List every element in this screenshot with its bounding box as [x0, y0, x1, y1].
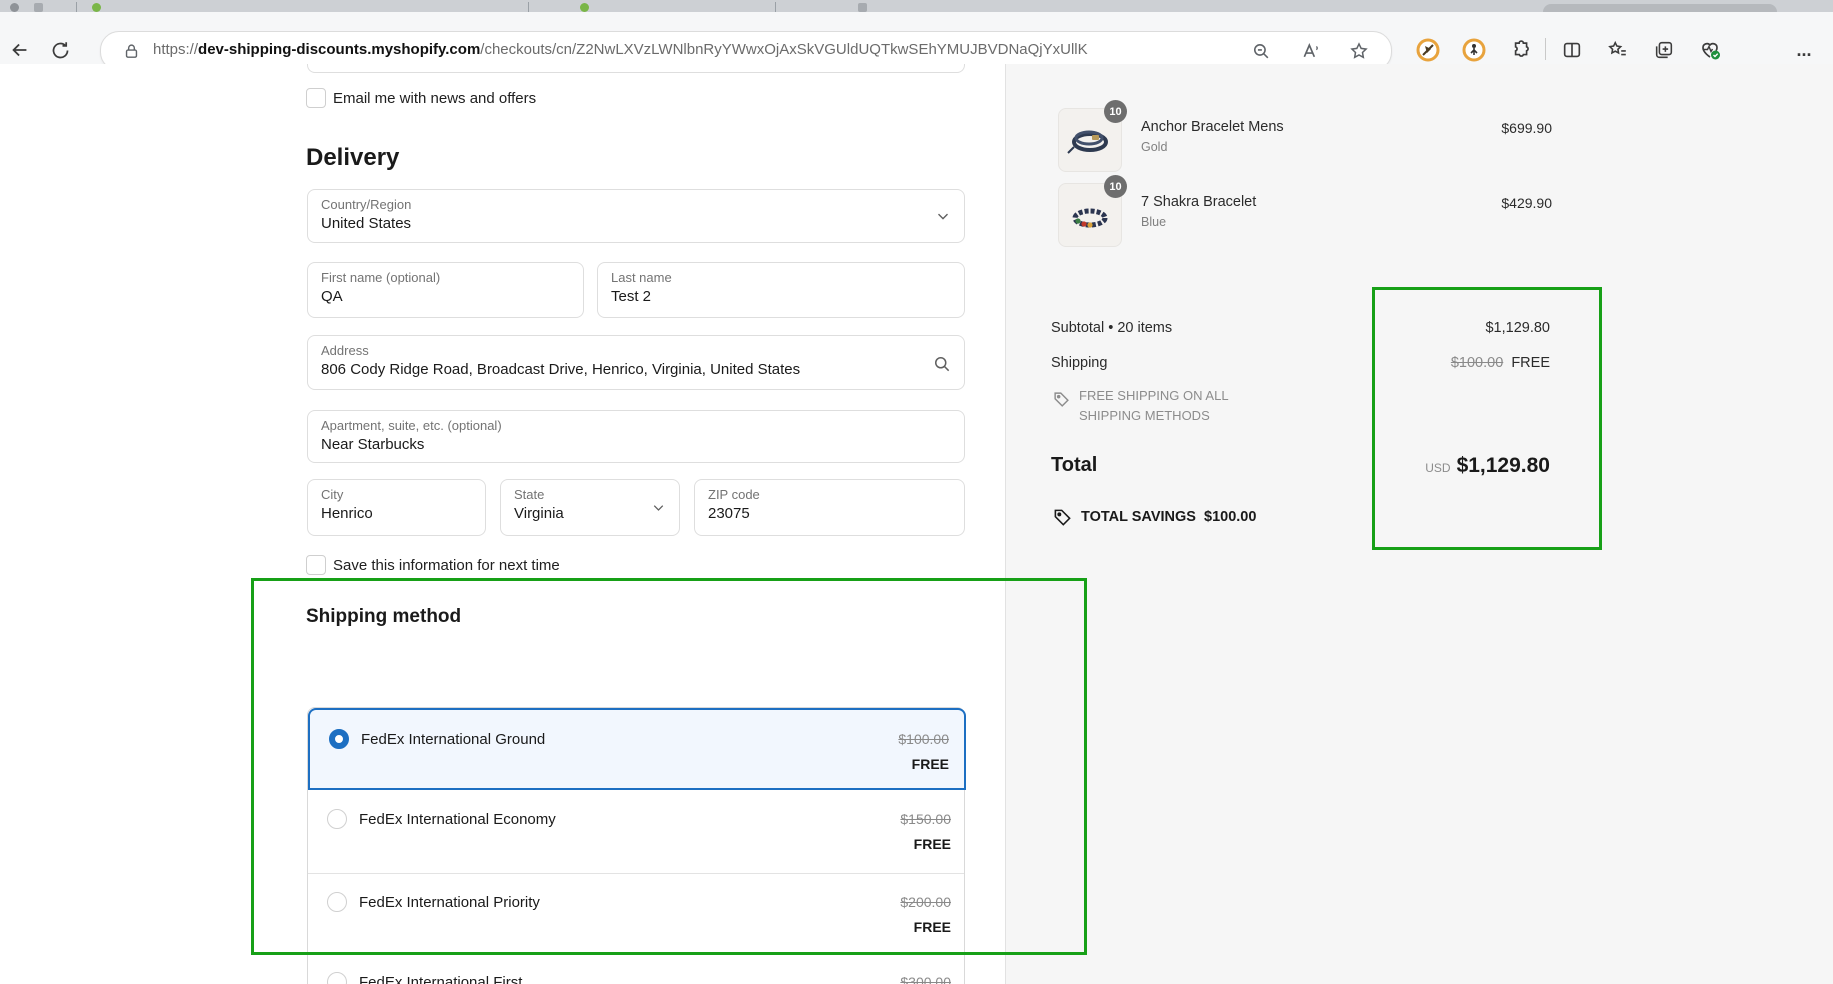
checkout-main: Email me with news and offers Delivery C… — [0, 64, 1005, 984]
lock-icon[interactable] — [119, 39, 143, 63]
subtotal-label: Subtotal • 20 items — [1051, 320, 1172, 336]
shipping-option-economy[interactable]: FedEx International Economy $150.00 FREE — [308, 790, 966, 873]
browser-tab-strip[interactable] — [0, 0, 1833, 12]
shipping-label: Shipping — [1051, 355, 1107, 371]
city-field[interactable]: City Henrico — [307, 479, 486, 536]
zoom-out-icon[interactable] — [1249, 39, 1273, 63]
save-info-checkbox[interactable] — [306, 555, 326, 575]
split-screen-icon[interactable] — [1558, 36, 1586, 64]
toolbar-divider — [1545, 38, 1546, 60]
item-price: $699.90 — [1501, 120, 1552, 136]
browser-essentials-icon[interactable] — [1696, 36, 1724, 64]
extension-orange-1-icon[interactable] — [1414, 36, 1442, 64]
shipping-value: $100.00 FREE — [1451, 355, 1550, 371]
favorite-star-icon[interactable] — [1347, 39, 1371, 63]
extension-orange-2-icon[interactable] — [1460, 36, 1488, 64]
browser-toolbar: https://dev-shipping-discounts.myshopify… — [0, 12, 1833, 65]
tab-separator — [528, 2, 529, 12]
shipping-options-group: FedEx International Ground $100.00 FREE … — [307, 707, 965, 984]
shipping-option-ground[interactable]: FedEx International Ground $100.00 FREE — [308, 708, 966, 790]
total-value: USD$1,129.80 — [1425, 454, 1550, 478]
savings-tag-icon — [1053, 508, 1072, 532]
apartment-field[interactable]: Apartment, suite, etc. (optional) Near S… — [307, 410, 965, 463]
shipping-option-priority[interactable]: FedEx International Priority $200.00 FRE… — [308, 873, 966, 953]
back-icon[interactable] — [6, 36, 34, 64]
shopify-favicon — [580, 3, 589, 12]
address-field[interactable]: Address 806 Cody Ridge Road, Broadcast D… — [307, 335, 965, 390]
radio-icon[interactable] — [327, 892, 347, 912]
item-variant: Gold — [1141, 140, 1167, 154]
collections-icon[interactable] — [1650, 36, 1678, 64]
profile-avatar[interactable] — [10, 3, 19, 12]
chevron-down-icon — [650, 499, 667, 521]
last-name-field[interactable]: Last name Test 2 — [597, 262, 965, 318]
state-select[interactable]: State Virginia — [500, 479, 680, 536]
total-savings: TOTAL SAVINGS $100.00 — [1081, 509, 1256, 525]
extensions-puzzle-icon[interactable] — [1508, 36, 1536, 64]
favorites-bar-icon[interactable] — [1604, 36, 1632, 64]
shipping-method-heading: Shipping method — [306, 606, 461, 628]
url-text[interactable]: https://dev-shipping-discounts.myshopify… — [153, 41, 1088, 58]
shipping-option-first[interactable]: FedEx International First $300.00 FREE — [308, 953, 966, 984]
quantity-badge: 10 — [1104, 175, 1127, 198]
email-optin-checkbox[interactable] — [306, 88, 326, 108]
tab-page-icon — [858, 3, 867, 12]
item-variant: Blue — [1141, 215, 1166, 229]
tab-separator — [775, 2, 776, 12]
tab-page-icon — [34, 3, 43, 12]
radio-icon[interactable] — [327, 972, 347, 984]
radio-selected-icon[interactable] — [329, 729, 349, 749]
tab-separator — [76, 2, 77, 12]
subtotal-value: $1,129.80 — [1485, 320, 1550, 336]
total-label: Total — [1051, 454, 1097, 477]
item-price: $429.90 — [1501, 195, 1552, 211]
zip-field[interactable]: ZIP code 23075 — [694, 479, 965, 536]
item-name: 7 Shakra Bracelet — [1141, 194, 1256, 210]
radio-icon[interactable] — [327, 809, 347, 829]
delivery-heading: Delivery — [306, 144, 399, 172]
order-summary: 10 Anchor Bracelet Mens Gold $699.90 10 … — [1005, 64, 1833, 984]
email-optin-label: Email me with news and offers — [333, 90, 536, 107]
email-field-partial[interactable] — [307, 64, 965, 73]
active-tab[interactable] — [1543, 4, 1777, 12]
settings-ellipsis[interactable]: ... — [1790, 36, 1818, 64]
refresh-icon[interactable] — [46, 36, 74, 64]
quantity-badge: 10 — [1104, 100, 1127, 123]
save-info-label: Save this information for next time — [333, 557, 560, 574]
read-aloud-icon[interactable] — [1299, 39, 1323, 63]
item-name: Anchor Bracelet Mens — [1141, 119, 1284, 135]
shipping-note-line1: FREE SHIPPING ON ALL — [1079, 388, 1229, 403]
first-name-field[interactable]: First name (optional) QA — [307, 262, 584, 318]
shopify-favicon — [92, 3, 101, 12]
shipping-note-line2: SHIPPING METHODS — [1079, 408, 1210, 423]
country-select[interactable]: Country/Region United States — [307, 189, 965, 243]
search-icon — [932, 354, 952, 379]
total-currency: USD — [1425, 461, 1450, 475]
chevron-down-icon — [934, 207, 952, 230]
discount-tag-icon — [1053, 391, 1070, 413]
browser-window: https://dev-shipping-discounts.myshopify… — [0, 0, 1833, 984]
